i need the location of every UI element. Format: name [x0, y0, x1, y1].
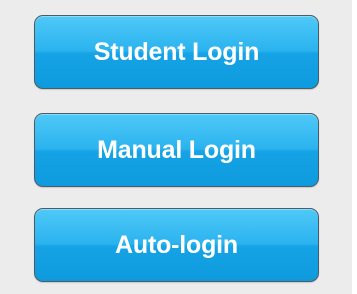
student-login-button[interactable]: Student Login: [34, 15, 319, 89]
auto-login-button[interactable]: Auto-login: [34, 208, 319, 282]
login-panel: Student Login Manual Login Auto-login: [0, 0, 352, 294]
manual-login-button[interactable]: Manual Login: [34, 113, 319, 187]
